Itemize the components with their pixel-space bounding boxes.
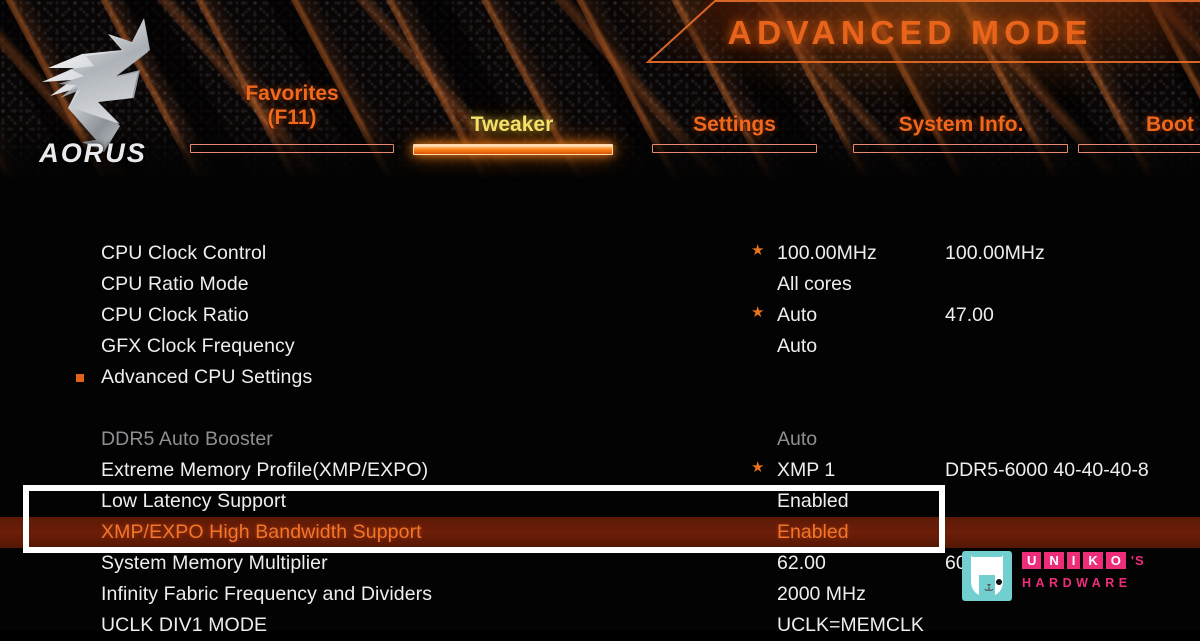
table-row-selected[interactable]: XMP/EXPO High Bandwidth Support Enabled [0, 517, 1200, 548]
table-row[interactable]: Low Latency Support Enabled [0, 486, 1200, 517]
table-row[interactable]: ★ CPU Clock Ratio Auto 47.00 [0, 300, 1200, 331]
setting-value: Auto [777, 335, 818, 357]
watermark-letter-n: N [1044, 552, 1064, 569]
setting-value: Enabled [777, 490, 849, 512]
table-row[interactable]: CPU Ratio Mode All cores [0, 269, 1200, 300]
setting-value-secondary: DDR5-6000 40-40-40-8 [945, 459, 1149, 481]
setting-name: UCLK DIV1 MODE [101, 614, 268, 636]
tab-boot[interactable]: Boot [1078, 82, 1200, 153]
setting-name: GFX Clock Frequency [101, 335, 295, 357]
submenu-bullet-icon [76, 374, 84, 382]
tab-boot-underline [1078, 144, 1200, 153]
setting-value: Auto [777, 428, 818, 450]
watermark-hardware-label: HARDWARE [1022, 576, 1132, 590]
modified-star-icon: ★ [751, 242, 765, 259]
tab-tweaker-underline [413, 144, 613, 155]
setting-name: CPU Ratio Mode [101, 273, 249, 295]
tab-system-info[interactable]: System Info. [853, 82, 1068, 153]
tab-favorites-label: Favorites [245, 82, 339, 105]
tab-favorites-underline [190, 144, 394, 153]
table-row[interactable]: ★ Extreme Memory Profile(XMP/EXPO) XMP 1… [0, 455, 1200, 486]
uniko-bunny-icon [962, 551, 1012, 601]
setting-value: 62.00 [777, 552, 826, 574]
uniko-hardware-watermark: U N I K O 'S HARDWARE [962, 551, 1200, 603]
setting-value: XMP 1 [777, 459, 836, 481]
table-row[interactable]: GFX Clock Frequency Auto [0, 331, 1200, 362]
setting-name: CPU Clock Ratio [101, 304, 249, 326]
table-row[interactable]: UCLK DIV1 MODE UCLK=MEMCLK [0, 610, 1200, 641]
tab-system-info-label: System Info. [898, 113, 1024, 136]
tab-favorites-sublabel: (F11) [267, 106, 317, 129]
setting-value: 2000 MHz [777, 583, 866, 605]
modified-star-icon: ★ [751, 304, 765, 321]
main-nav-tabs: Favorites (F11) Tweaker Settings System … [0, 82, 1200, 164]
setting-name: Extreme Memory Profile(XMP/EXPO) [101, 459, 429, 481]
setting-name: Infinity Fabric Frequency and Dividers [101, 583, 433, 605]
advanced-mode-title: ADVANCED MODE [727, 14, 1093, 51]
watermark-brand: U N I K O 'S [1022, 552, 1145, 569]
setting-value: 100.00MHz [777, 242, 877, 264]
tab-tweaker[interactable]: Tweaker [413, 82, 613, 155]
watermark-letter-o: O [1105, 552, 1126, 569]
setting-name: Low Latency Support [101, 490, 287, 512]
setting-name: Advanced CPU Settings [101, 366, 313, 388]
setting-name: CPU Clock Control [101, 242, 267, 264]
table-row[interactable]: ★ CPU Clock Control 100.00MHz 100.00MHz [0, 238, 1200, 269]
tab-system-info-underline [853, 144, 1068, 153]
setting-value-secondary: 47.00 [945, 304, 994, 326]
setting-value: Enabled [777, 521, 849, 543]
watermark-apostrophe-s: 'S [1130, 553, 1145, 568]
watermark-text: U N I K O 'S HARDWARE [1022, 552, 1145, 590]
tab-settings-label: Settings [693, 113, 776, 136]
table-row[interactable]: Advanced CPU Settings [0, 362, 1200, 393]
watermark-letter-u: U [1022, 552, 1042, 569]
tab-boot-label: Boot [1146, 113, 1194, 136]
tab-tweaker-label: Tweaker [470, 113, 554, 136]
watermark-letter-i: I [1066, 552, 1081, 569]
tab-settings-underline [652, 144, 817, 153]
table-row: DDR5 Auto Booster Auto [0, 424, 1200, 455]
setting-value-secondary: 100.00MHz [945, 242, 1045, 264]
watermark-letter-k: K [1083, 552, 1103, 569]
modified-star-icon: ★ [751, 459, 765, 476]
setting-value: UCLK=MEMCLK [777, 614, 924, 636]
setting-name: XMP/EXPO High Bandwidth Support [101, 521, 422, 543]
setting-name: System Memory Multiplier [101, 552, 328, 574]
tab-favorites[interactable]: Favorites (F11) [190, 82, 394, 153]
setting-value: Auto [777, 304, 818, 326]
tab-settings[interactable]: Settings [652, 82, 817, 153]
setting-value: All cores [777, 273, 852, 295]
setting-name: DDR5 Auto Booster [101, 428, 273, 450]
